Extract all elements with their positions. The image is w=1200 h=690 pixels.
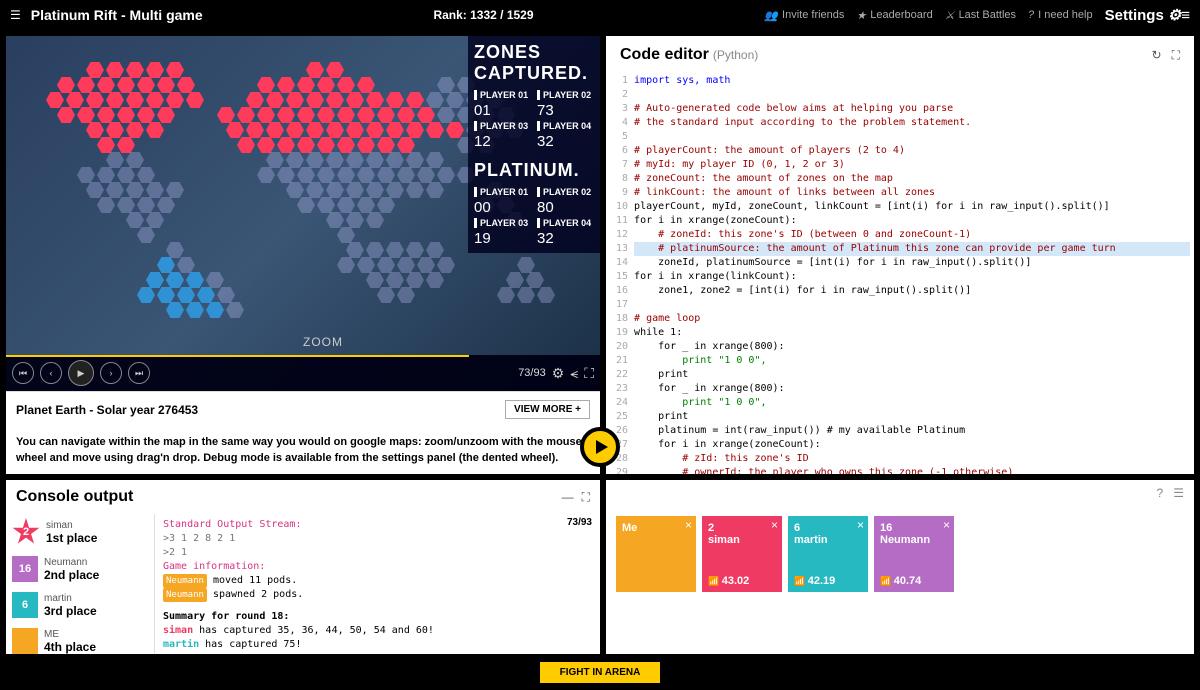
footer: FIGHT IN ARENA [0,660,1200,684]
settings-link[interactable]: Settings⚙≡ [1105,6,1190,24]
player-card[interactable]: ×2siman43.02 [702,516,782,592]
p3-zones: 12 [474,133,531,150]
game-panel: ZONES CAPTURED. PLAYER 01PLAYER 02 0173 … [6,36,600,474]
rank-item: ME4th place [12,628,148,654]
video-controls: ⏮ ‹ ▶ › ⏭ 73/93 ⚙ ⪪ ⛶ [6,355,600,391]
player-card[interactable]: ×6martin42.19 [788,516,868,592]
console-log: 73/93 Standard Output Stream: >3 1 2 8 2… [154,514,600,654]
rank-badge [12,628,38,654]
p2-label: PLAYER 02 [537,90,594,100]
close-icon[interactable]: × [857,518,864,532]
editor-panel: Code editor (Python) ↻ ⛶ 123456789101112… [606,36,1194,474]
story-bar: Planet Earth - Solar year 276453 VIEW MO… [6,391,600,427]
game-title: Platinum Rift - Multi game [31,7,203,23]
player-card[interactable]: ×Me [616,516,696,592]
help-icon: ? [1028,9,1034,21]
minimize-icon[interactable]: — [562,490,574,505]
console-title: Console output [16,488,133,506]
menu-icon[interactable]: ☰ [10,8,21,22]
frame-counter: 73/93 [518,367,546,379]
forward-button[interactable]: ⏭ [128,362,150,384]
close-icon[interactable]: × [685,518,692,532]
p3-plat: 19 [474,230,531,247]
game-viewport[interactable]: ZONES CAPTURED. PLAYER 01PLAYER 02 0173 … [6,36,600,391]
reload-icon[interactable]: ↻ [1152,48,1162,63]
p4-zones: 32 [537,133,594,150]
instructions: You can navigate within the map in the s… [6,427,600,474]
star-icon: ★ [856,9,866,22]
p2-plat: 80 [537,199,594,216]
rewind-button[interactable]: ⏮ [12,362,34,384]
next-button[interactable]: › [100,362,122,384]
scoreboard: ZONES CAPTURED. PLAYER 01PLAYER 02 0173 … [468,36,600,253]
help-link[interactable]: ?I need help [1028,9,1093,21]
prev-button[interactable]: ‹ [40,362,62,384]
rank-item: 16Neumann2nd place [12,556,148,582]
zoom-label: ZOOM [303,335,343,349]
menu-dots-icon[interactable]: ☰ [1173,486,1184,500]
p2-zones: 73 [537,102,594,119]
p1-plat: 00 [474,199,531,216]
close-icon[interactable]: × [943,518,950,532]
p3-label: PLAYER 03 [474,121,531,131]
rank-badge: 2 [12,518,40,546]
p1-zones: 01 [474,102,531,119]
p4-label: PLAYER 04 [537,121,594,131]
invite-link[interactable]: 👥Invite friends [764,9,844,22]
p1-label: PLAYER 01 [474,90,531,100]
rank-item: 2siman1st place [12,518,148,546]
expand-console-icon[interactable]: ⛶ [582,490,590,505]
rank-display: Rank: 1332 / 1529 [203,8,765,22]
close-icon[interactable]: × [771,518,778,532]
player-card[interactable]: ×16Neumann40.74 [874,516,954,592]
platinum-title: PLATINUM. [474,160,594,181]
progress-bar[interactable] [6,355,469,357]
log-frame: 73/93 [567,516,592,530]
swords-icon: ⚔ [945,9,955,22]
code-editor[interactable]: 1234567891011121314151617181920212223242… [606,74,1194,474]
p4-plat: 32 [537,230,594,247]
fullscreen-icon[interactable]: ⛶ [584,365,594,382]
app-header: ☰ Platinum Rift - Multi game Rank: 1332 … [0,0,1200,30]
last-battles-link[interactable]: ⚔Last Battles [945,9,1016,22]
center-play-button[interactable] [580,427,620,467]
console-panel: Console output — ⛶ 2siman1st place 16Neum… [6,480,600,654]
editor-language: (Python) [713,48,758,62]
rank-badge: 16 [12,556,38,582]
expand-icon[interactable]: ⛶ [1172,48,1180,63]
fight-arena-button[interactable]: FIGHT IN ARENA [540,662,661,683]
gear-icon: ⚙≡ [1168,6,1190,24]
settings-icon[interactable]: ⚙ [552,365,565,382]
rankings-list: 2siman1st place 16Neumann2nd place 6martin… [6,514,154,654]
info-icon[interactable]: ? [1157,486,1164,500]
play-button[interactable]: ▶ [68,360,94,386]
leaderboard-link[interactable]: ★Leaderboard [856,9,932,22]
players-panel: ? ☰ ×Me×2siman43.02×6martin42.19×16Neuma… [606,480,1194,654]
invite-icon: 👥 [764,9,778,22]
view-more-button[interactable]: VIEW MORE + [505,400,590,419]
story-title: Planet Earth - Solar year 276453 [16,403,198,417]
share-icon[interactable]: ⪪ [570,365,578,382]
zones-title: ZONES CAPTURED. [474,42,594,84]
rank-item: 6martin3rd place [12,592,148,618]
editor-title: Code editor [620,46,709,64]
rank-badge: 6 [12,592,38,618]
